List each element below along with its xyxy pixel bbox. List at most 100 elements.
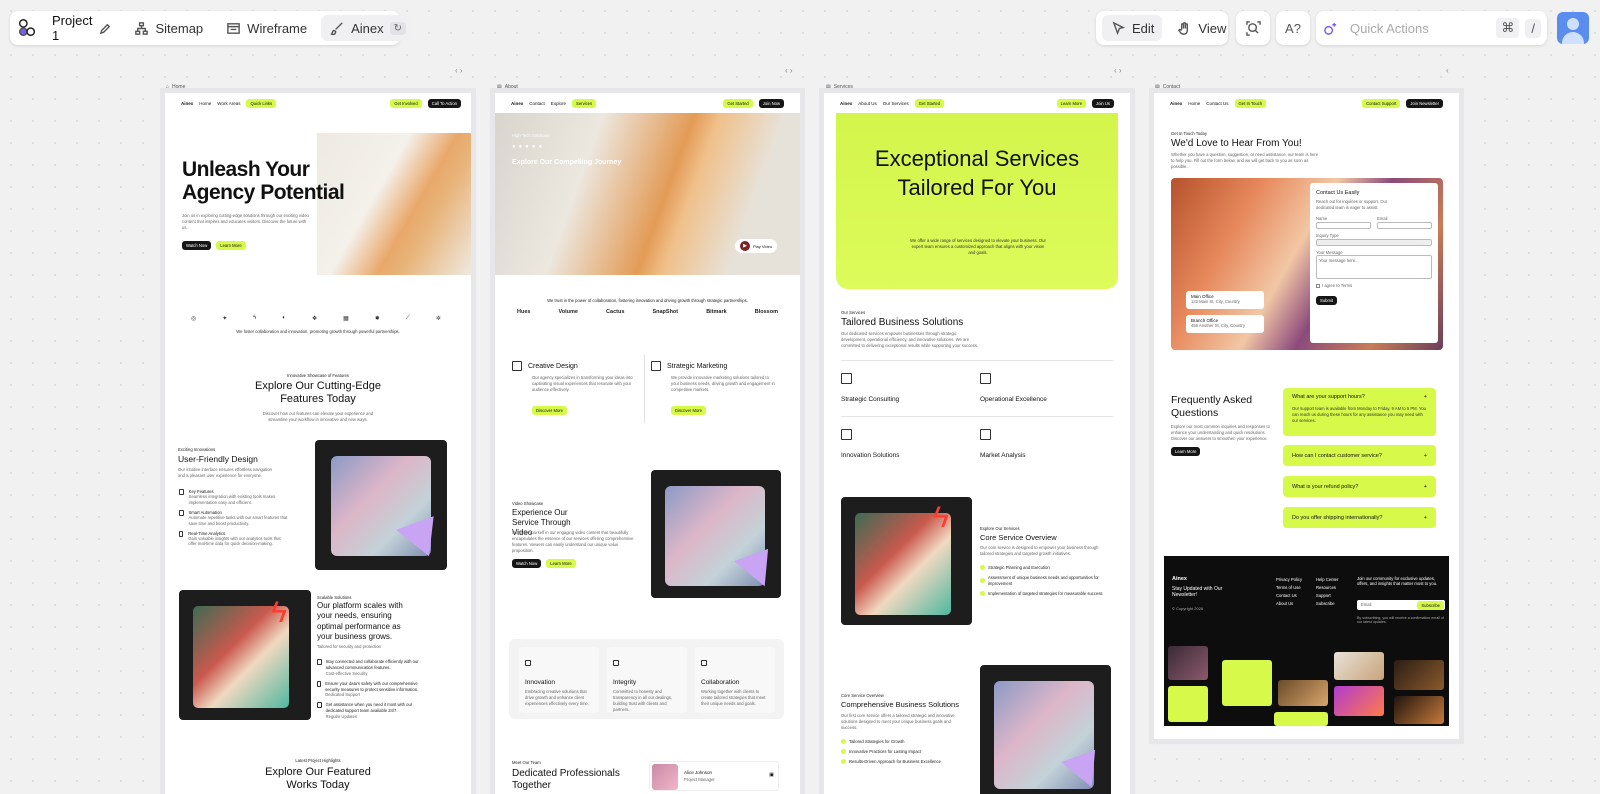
tab-wireframe[interactable]: Wireframe [217, 15, 315, 41]
partner-logo-icon: ◐ [282, 315, 286, 321]
tab-ainex[interactable]: Ainex ↻ [321, 15, 415, 41]
edit-mode-button[interactable]: Edit [1102, 15, 1163, 41]
value-text: Committed to honesty and transparency in… [613, 689, 673, 712]
faq-answer: Our support team is available from Monda… [1292, 406, 1426, 423]
brand-logo: Volume [558, 309, 578, 315]
nav-btn-dark[interactable]: Join Now [758, 98, 784, 108]
tab-sitemap[interactable]: Sitemap [125, 15, 211, 41]
search-input[interactable]: Quick Actions [1350, 21, 1490, 36]
nav-link[interactable]: Contact Us [1206, 101, 1228, 106]
nav-link[interactable]: Home [199, 101, 211, 106]
frame-controls[interactable]: ‹ › [1114, 66, 1122, 75]
nav-get-started[interactable]: Get Started [914, 98, 945, 108]
nav-link[interactable]: About Us [858, 101, 877, 106]
footer-link[interactable]: Resources [1316, 584, 1338, 592]
frame-controls[interactable]: ‹ [1446, 66, 1449, 75]
nav-brand[interactable]: Ainex [840, 101, 852, 106]
faq-item[interactable]: What is your refund policy? + [1283, 476, 1436, 497]
frame-tab-contact[interactable]: ▤ Contact [1155, 84, 1180, 90]
faq-learn-button[interactable]: Learn More [1171, 447, 1201, 456]
avatar-icon[interactable] [1557, 12, 1589, 44]
nav-link[interactable]: Contact [529, 101, 545, 106]
value-card: Integrity Committed to honesty and transp… [607, 647, 687, 713]
nav-link[interactable]: Work Areas [217, 101, 240, 106]
message-field[interactable]: Your message here... [1316, 255, 1432, 280]
faq-open[interactable]: What are your support hours? + Our suppor… [1283, 388, 1436, 436]
office-card[interactable]: Branch Office 456 Another St, City, Coun… [1186, 315, 1264, 333]
footer-link[interactable]: Privacy Policy [1276, 576, 1302, 584]
service-item[interactable]: Strategic Consulting [841, 371, 899, 403]
discover-button[interactable]: Discover More [671, 405, 706, 415]
email-input[interactable]: Email [1358, 602, 1371, 608]
team-member-card[interactable]: Alice Johnson Project Manager ▣ [649, 761, 779, 791]
nav-brand[interactable]: Ainex [1170, 101, 1182, 106]
card-title: Strategic Marketing [667, 362, 728, 370]
nav-btn-primary[interactable]: Learn More [1056, 98, 1087, 108]
faq-item[interactable]: Do you offer shipping internationally? + [1283, 507, 1436, 528]
discover-button[interactable]: Discover More [532, 405, 567, 415]
quick-actions[interactable]: Quick Actions ⌘ / [1316, 11, 1547, 45]
footer-link[interactable]: About Us [1276, 600, 1302, 608]
view-mode-button[interactable]: View [1168, 15, 1234, 41]
pencil-icon[interactable] [98, 20, 113, 36]
hand-icon [1176, 20, 1192, 36]
social-icon[interactable]: ▣ [769, 772, 774, 778]
frame-contact[interactable]: Ainex Home Contact Us Get In Touch Conta… [1154, 93, 1459, 739]
service-item[interactable]: Market Analysis [980, 427, 1026, 459]
footer-link[interactable]: Help Center [1316, 576, 1338, 584]
frame-home[interactable]: Ainex Home Work Areas Quick Links Get In… [165, 93, 471, 794]
project-name[interactable]: Project 1 [52, 13, 92, 43]
service-item[interactable]: Innovation Solutions [841, 427, 900, 459]
nav-btn-primary[interactable]: Get Involved [390, 98, 422, 108]
agree-checkbox[interactable]: I agree to Terms [1316, 283, 1432, 289]
nav-link[interactable]: Home [1188, 101, 1200, 106]
frame-tab-about[interactable]: ▤ About [497, 84, 518, 90]
footer-link[interactable]: Terms of Use [1276, 584, 1302, 592]
footer-link[interactable]: Contact Us [1276, 592, 1302, 600]
partner-logo-icon: ✦ [222, 316, 228, 322]
nav-brand[interactable]: Ainex [511, 101, 523, 106]
project-toolbar: Project 1 Sitemap Wireframe Ainex ↻ [10, 11, 415, 45]
frame-controls[interactable]: ‹ › [455, 66, 463, 75]
frame-tab-home[interactable]: ⌂ Home [166, 84, 185, 90]
frame-services[interactable]: Ainex About Us Our Services Get Started … [824, 93, 1130, 794]
ai-text-button[interactable]: A? [1276, 11, 1310, 45]
nav-brand[interactable]: Ainex [181, 101, 193, 106]
item-text: Strategic Planning and Execution [988, 565, 1050, 570]
inquiry-select[interactable] [1316, 238, 1432, 246]
logo-icon[interactable] [16, 16, 38, 40]
learn-button[interactable]: Learn More [216, 241, 246, 250]
footer-link[interactable]: Subscribe [1316, 600, 1338, 608]
play-video-button[interactable]: ▶ Play Video [735, 239, 778, 253]
nav-btn-dark[interactable]: Join Us [1092, 98, 1114, 108]
office-card[interactable]: Main Office 123 Main St, City, Country [1186, 291, 1264, 309]
faq-item[interactable]: How can I contact customer service? + [1283, 445, 1436, 466]
faq-question-row: What are your support hours? + [1292, 394, 1427, 400]
scan-button[interactable] [1236, 11, 1270, 45]
view-label: View [1198, 20, 1227, 36]
frame-about[interactable]: Ainex Contact Explore Services Get Start… [495, 93, 800, 794]
service-item[interactable]: Operational Excellence [980, 371, 1047, 403]
watch-button[interactable]: Watch Now [182, 241, 212, 250]
frame-tab-services[interactable]: ▤ Services [826, 84, 853, 90]
nav-btn-primary[interactable]: Get Started [723, 98, 753, 108]
learn-button[interactable]: Learn More [546, 559, 576, 568]
nav-quick-links[interactable]: Quick Links [246, 98, 277, 108]
frame-controls[interactable]: ‹ › [785, 66, 793, 75]
footer-link[interactable]: Support [1316, 592, 1338, 600]
value-title: Collaboration [701, 679, 740, 686]
nav-services[interactable]: Services [572, 98, 597, 108]
subscribe-button[interactable]: Subscribe [1417, 600, 1444, 610]
email-field[interactable] [1377, 221, 1432, 229]
nav-btn-primary[interactable]: Contact Support [1362, 98, 1401, 108]
nav-btn-dark[interactable]: Call To Action [427, 98, 461, 108]
refresh-icon[interactable]: ↻ [389, 21, 407, 35]
watch-button[interactable]: Watch Now [512, 559, 542, 568]
nav-link[interactable]: Explore [551, 101, 566, 106]
nav-link[interactable]: Our Services [883, 101, 909, 106]
nav-btn-dark[interactable]: Join Newsletter [1406, 98, 1443, 108]
field-label: Inquiry Type [1316, 232, 1339, 238]
name-field[interactable] [1316, 221, 1371, 229]
nav-get-in-touch[interactable]: Get In Touch [1234, 98, 1267, 108]
submit-button[interactable]: Submit [1316, 296, 1338, 306]
